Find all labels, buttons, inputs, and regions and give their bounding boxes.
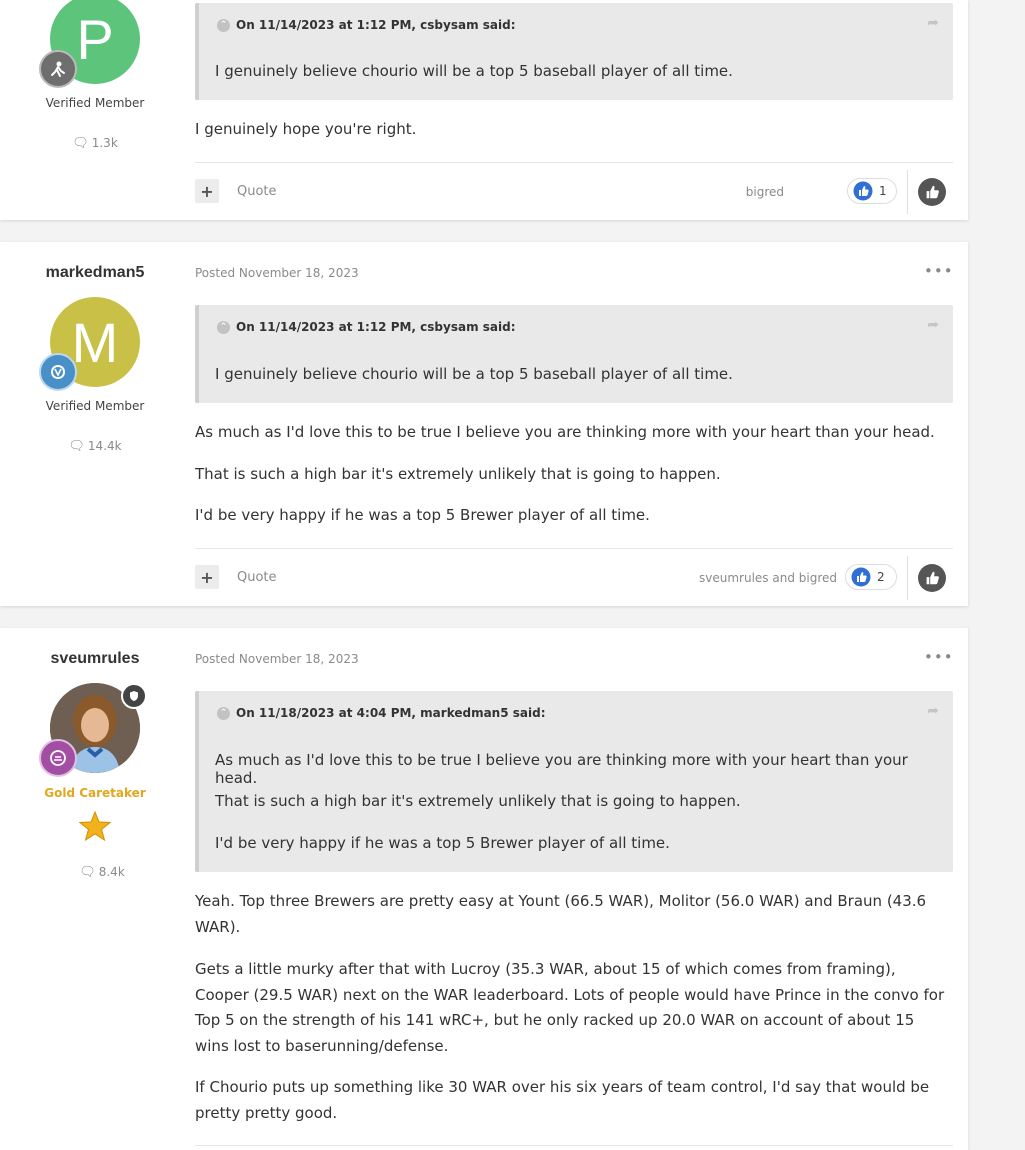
share-arrow-icon[interactable]: ➦ — [927, 703, 939, 719]
baseball-player-icon — [51, 61, 65, 77]
more-options-icon[interactable]: ••• — [924, 648, 954, 666]
quote-text: I genuinely believe chourio will be a to… — [215, 62, 733, 80]
rank-badge — [39, 353, 77, 391]
collapse-toggle-icon[interactable]: ⌃ — [217, 320, 230, 334]
quote-header: ⌃ On 11/14/2023 at 1:12 PM, csbysam said… — [217, 320, 516, 334]
rank-badge — [39, 739, 77, 777]
reacted-by-users[interactable]: sveumrules and bigred — [699, 571, 837, 585]
collapse-toggle-icon[interactable]: ⌃ — [217, 18, 230, 32]
like-thumb-icon — [851, 567, 871, 587]
multiquote-plus-button[interactable]: + — [195, 565, 219, 589]
post-date[interactable]: Posted November 18, 2023 — [195, 652, 359, 666]
quote-text: I genuinely believe chourio will be a to… — [215, 365, 733, 383]
multiquote-plus-button[interactable]: + — [195, 179, 219, 203]
post-body-paragraph: As much as I'd love this to be true I be… — [195, 423, 935, 441]
quote-block: ⌃ On 11/14/2023 at 1:12 PM, csbysam said… — [195, 3, 953, 100]
share-arrow-icon[interactable]: ➦ — [927, 317, 939, 333]
member-title: Verified Member — [45, 399, 145, 413]
post-body-paragraph: Gets a little murky after that with Lucr… — [195, 960, 945, 1055]
post-3: sveumrules Gold Caretaker 🗨 8.4k Posted N… — [0, 628, 968, 1150]
quote-button[interactable]: Quote — [237, 184, 277, 199]
brewers-glove-icon — [50, 364, 66, 380]
quote-header: ⌃ On 11/14/2023 at 1:12 PM, csbysam said… — [217, 18, 516, 32]
post-footer-divider — [195, 1145, 953, 1146]
react-button[interactable] — [918, 564, 946, 592]
reaction-divider — [907, 556, 908, 600]
comment-bubble-icon: 🗨 — [72, 136, 89, 151]
quote-header: ⌃ On 11/18/2023 at 4:04 PM, markedman5 s… — [217, 706, 546, 720]
post-count[interactable]: 🗨 1.3k — [0, 136, 190, 151]
post-footer-divider — [195, 548, 953, 549]
more-options-icon[interactable]: ••• — [924, 262, 954, 280]
post-body-paragraph: I'd be very happy if he was a top 5 Brew… — [195, 506, 650, 524]
post-body-paragraph: I genuinely hope you're right. — [195, 120, 417, 138]
reaction-summary[interactable]: 2 — [845, 564, 897, 590]
avatar-initial: M — [71, 310, 119, 374]
post-body-paragraph: If Chourio puts up something like 30 WAR… — [195, 1078, 930, 1122]
reaction-divider — [907, 170, 908, 214]
quote-citation[interactable]: On 11/14/2023 at 1:12 PM, csbysam said: — [236, 18, 516, 32]
quote-block: ⌃ On 11/14/2023 at 1:12 PM, csbysam said… — [195, 305, 953, 403]
quote-citation[interactable]: On 11/18/2023 at 4:04 PM, markedman5 sai… — [236, 706, 546, 720]
comment-bubble-icon: 🗨 — [79, 865, 96, 880]
share-arrow-icon[interactable]: ➦ — [927, 15, 939, 31]
react-button[interactable] — [918, 178, 946, 206]
quote-button[interactable]: Quote — [237, 570, 277, 585]
post-footer-divider — [195, 162, 953, 163]
reacted-by-users[interactable]: bigred — [746, 185, 784, 199]
author-name[interactable]: markedman5 — [0, 264, 190, 282]
post-2: markedman5 M Verified Member 🗨 14.4k Post… — [0, 242, 968, 606]
reaction-summary[interactable]: 1 — [847, 178, 897, 204]
post-1: P Verified Member 🗨 1.3k ⌃ On 11/14/2023 … — [0, 0, 968, 220]
post-count[interactable]: 🗨 8.4k — [7, 865, 197, 880]
author-name[interactable]: sveumrules — [0, 650, 190, 668]
collapse-toggle-icon[interactable]: ⌃ — [217, 706, 230, 720]
member-title: Gold Caretaker — [44, 786, 146, 800]
reaction-count: 2 — [877, 570, 885, 584]
quote-text: That is such a high bar it's extremely u… — [215, 792, 741, 810]
gold-star-icon — [78, 810, 112, 842]
post-date[interactable]: Posted November 18, 2023 — [195, 266, 359, 280]
post-body-paragraph: Yeah. Top three Brewers are pretty easy … — [195, 892, 927, 936]
thumbs-up-icon — [926, 571, 939, 585]
moderator-shield-icon — [121, 683, 147, 709]
thumbs-up-icon — [926, 185, 939, 199]
brewers-emblem-icon — [50, 750, 66, 766]
quote-text: I'd be very happy if he was a top 5 Brew… — [215, 834, 670, 852]
avatar-initial: P — [76, 7, 114, 71]
member-title: Verified Member — [45, 96, 145, 110]
like-thumb-icon — [853, 181, 873, 201]
quote-block: ⌃ On 11/18/2023 at 4:04 PM, markedman5 s… — [195, 691, 953, 872]
comment-bubble-icon: 🗨 — [68, 439, 85, 454]
rank-badge — [39, 50, 77, 88]
post-count[interactable]: 🗨 14.4k — [0, 439, 190, 454]
reaction-count: 1 — [879, 184, 887, 198]
quote-citation[interactable]: On 11/14/2023 at 1:12 PM, csbysam said: — [236, 320, 516, 334]
post-body-paragraph: That is such a high bar it's extremely u… — [195, 465, 721, 483]
quote-text: As much as I'd love this to be true I be… — [215, 751, 908, 787]
